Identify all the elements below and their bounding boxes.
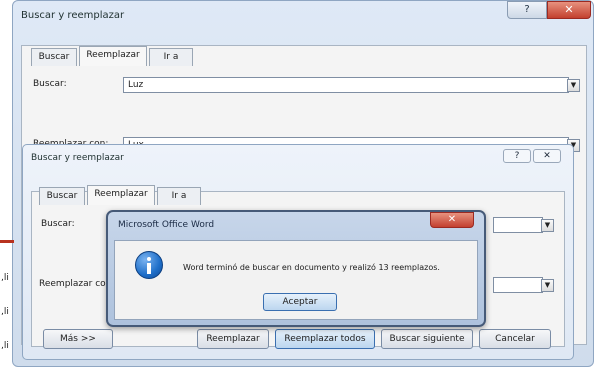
front-replace-input[interactable] — [493, 277, 543, 293]
back-close-button[interactable]: ✕ — [547, 1, 591, 19]
back-dialog-title: Buscar y reemplazar — [21, 10, 125, 21]
front-find-input[interactable] — [493, 217, 543, 233]
message-box: Microsoft Office Word ✕ Word terminó de … — [106, 210, 486, 327]
back-titlebar-buttons: ? ✕ — [507, 1, 593, 21]
find-next-button[interactable]: Buscar siguiente — [381, 329, 473, 349]
back-tab-buscar[interactable]: Buscar — [31, 48, 77, 66]
front-replace-dropdown-icon[interactable]: ▼ — [541, 279, 554, 292]
front-find-label: Buscar: — [41, 219, 75, 229]
document-text: ,li — [1, 341, 9, 351]
more-button[interactable]: Más >> — [43, 329, 113, 349]
cancel-button[interactable]: Cancelar — [479, 329, 551, 349]
front-help-button[interactable]: ? — [503, 149, 531, 163]
back-help-button[interactable]: ? — [507, 1, 547, 19]
ok-button[interactable]: Aceptar — [263, 293, 337, 311]
message-box-title: Microsoft Office Word — [118, 220, 215, 230]
back-tab-ir-a[interactable]: Ir a — [149, 48, 193, 66]
message-box-close-button[interactable]: ✕ — [430, 212, 474, 228]
front-tab-buscar[interactable]: Buscar — [39, 187, 85, 205]
document-red-rule — [0, 240, 14, 243]
replace-all-button[interactable]: Reemplazar todos — [275, 329, 375, 349]
document-text: ,li — [1, 307, 9, 317]
back-find-input[interactable]: Luz — [123, 77, 569, 93]
info-icon — [135, 251, 163, 279]
back-find-dropdown-icon[interactable]: ▼ — [567, 79, 580, 92]
front-find-dropdown-icon[interactable]: ▼ — [541, 219, 554, 232]
back-find-label: Buscar: — [33, 79, 67, 89]
document-text: ,li — [1, 273, 9, 283]
front-close-button[interactable]: ✕ — [533, 149, 561, 163]
message-box-body: Word terminó de buscar en documento y re… — [114, 240, 478, 320]
document-edge: ,li ,li ,li — [0, 265, 12, 365]
message-text: Word terminó de buscar en documento y re… — [183, 263, 440, 272]
front-tab-ir-a[interactable]: Ir a — [157, 187, 201, 205]
front-dialog-title: Buscar y reemplazar — [31, 153, 124, 163]
front-tab-reemplazar[interactable]: Reemplazar — [87, 185, 155, 205]
back-tab-reemplazar[interactable]: Reemplazar — [79, 46, 147, 66]
front-replace-label: Reemplazar co — [39, 279, 106, 289]
replace-button[interactable]: Reemplazar — [197, 329, 269, 349]
